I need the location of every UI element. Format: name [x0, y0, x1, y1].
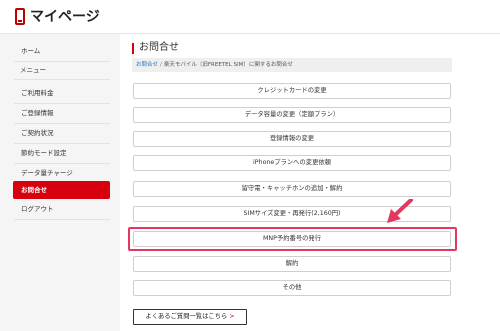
breadcrumb-current: 楽天モバイル（旧FREETEL SIM）に関するお問合せ [163, 62, 293, 68]
breadcrumb: お問合せ / 楽天モバイル（旧FREETEL SIM）に関するお問合せ [132, 58, 452, 72]
main-content: お問合せ お問合せ / 楽天モバイル（旧FREETEL SIM）に関するお問合せ ク… [120, 34, 500, 331]
iphone-plan-change-button[interactable]: iPhoneプランへの変更依頼 [133, 155, 451, 171]
sidebar-item-contract[interactable]: ご契約状況 [13, 124, 110, 142]
title-accent-bar [132, 43, 134, 54]
sidebar-item-registration[interactable]: ご登録情報 [13, 104, 110, 122]
sidebar: ホーム メニュー ご利用料金 ご登録情報 ご契約状況 節約モード設定 データ量チ… [0, 34, 120, 331]
page-title-header: マイページ [30, 9, 100, 25]
mnp-reservation-button[interactable]: MNP予約番号の発行 [133, 231, 451, 247]
credit-card-change-button[interactable]: クレジットカードの変更 [133, 83, 451, 99]
sidebar-item-home[interactable]: ホーム [13, 42, 110, 60]
faq-button-label: よくあるご質問一覧はこちら [145, 313, 228, 320]
page-header: マイページ [0, 0, 500, 34]
divider [14, 219, 110, 220]
chevron-right-icon: > [229, 313, 235, 320]
phone-icon [15, 8, 25, 25]
breadcrumb-link[interactable]: お問合せ [136, 62, 158, 68]
page-title: お問合せ [139, 42, 179, 53]
cancel-contract-button[interactable]: 解約 [133, 256, 451, 272]
registration-change-button[interactable]: 登録情報の変更 [133, 131, 451, 147]
data-plan-change-button[interactable]: データ容量の変更（定額プラン） [133, 107, 451, 123]
other-inquiry-button[interactable]: その他 [133, 280, 451, 296]
pointer-arrow-icon [387, 199, 413, 223]
divider [14, 61, 110, 62]
voicemail-callwaiting-button[interactable]: 留守電・キャッチホンの追加・解約 [133, 181, 451, 197]
divider [14, 79, 110, 80]
sidebar-item-billing[interactable]: ご利用料金 [13, 84, 110, 102]
faq-list-button[interactable]: よくあるご質問一覧はこちら > [133, 309, 247, 325]
sidebar-menu-heading: メニュー [20, 66, 46, 74]
sidebar-item-saving-mode[interactable]: 節約モード設定 [13, 144, 110, 162]
sidebar-item-inquiry[interactable]: お問合せ [13, 181, 110, 199]
sidebar-item-data-charge[interactable]: データ量チャージ [13, 164, 110, 182]
sidebar-item-logout[interactable]: ログアウト [13, 200, 110, 218]
